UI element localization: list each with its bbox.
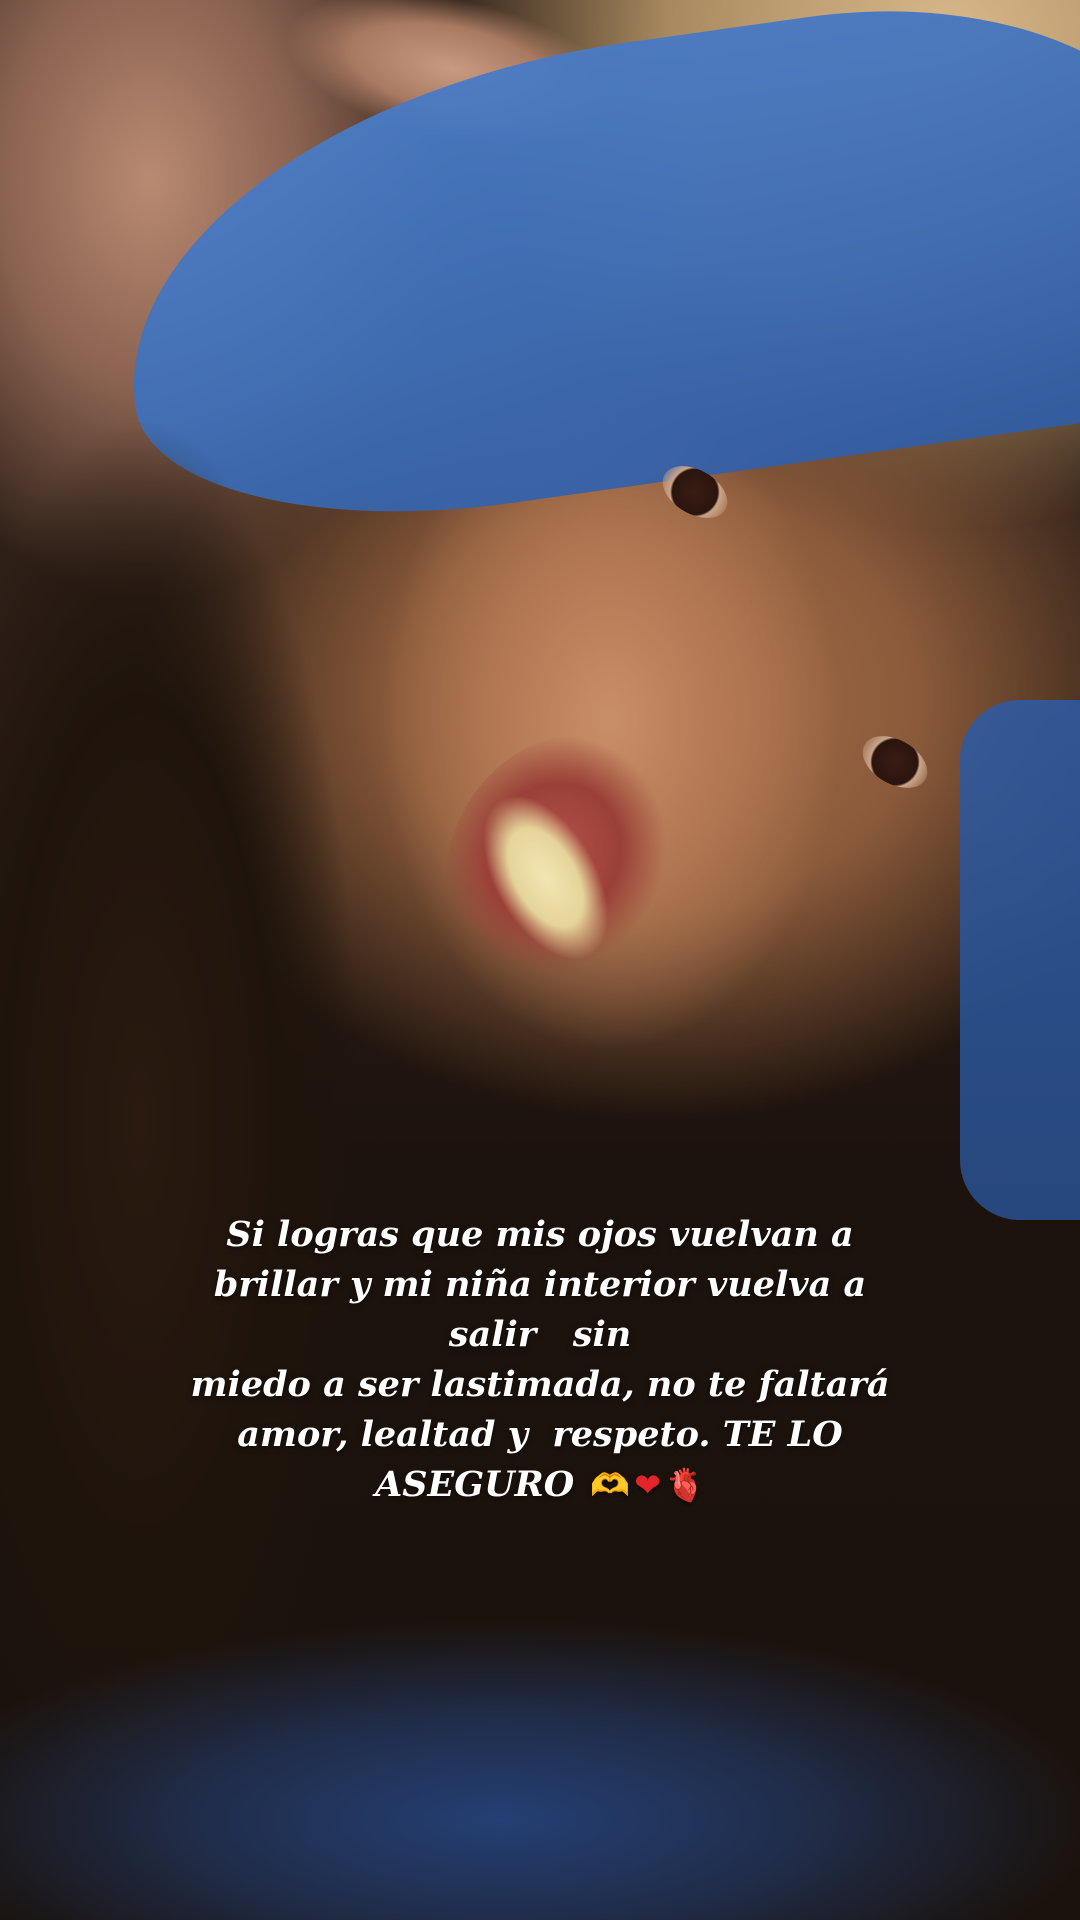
caption-line: salir sin	[448, 1314, 632, 1355]
heart-hands-icon: 🫶	[590, 1466, 631, 1504]
caption-line: ASEGURO	[375, 1464, 575, 1505]
story-photo	[0, 0, 1080, 1920]
caption-last-line: ASEGURO 🫶 ❤ 🫀	[100, 1460, 980, 1510]
caption-line: Si logras que mis ojos vuelvan a	[226, 1214, 854, 1255]
hoodie-bottom	[0, 1600, 1080, 1920]
blue-hood-side	[960, 700, 1080, 1220]
caption-line: amor, lealtad y respeto. TE LO	[237, 1414, 843, 1455]
caption-line: miedo a ser lastimada, no te faltará	[190, 1364, 890, 1405]
right-eye	[853, 725, 937, 799]
anatomical-heart-icon: 🫀	[665, 1466, 705, 1504]
caption-line: brillar y mi niña interior vuelva a	[213, 1264, 867, 1305]
story-caption: Si logras que mis ojos vuelvan a brillar…	[100, 1210, 980, 1510]
red-heart-icon: ❤	[634, 1466, 662, 1504]
